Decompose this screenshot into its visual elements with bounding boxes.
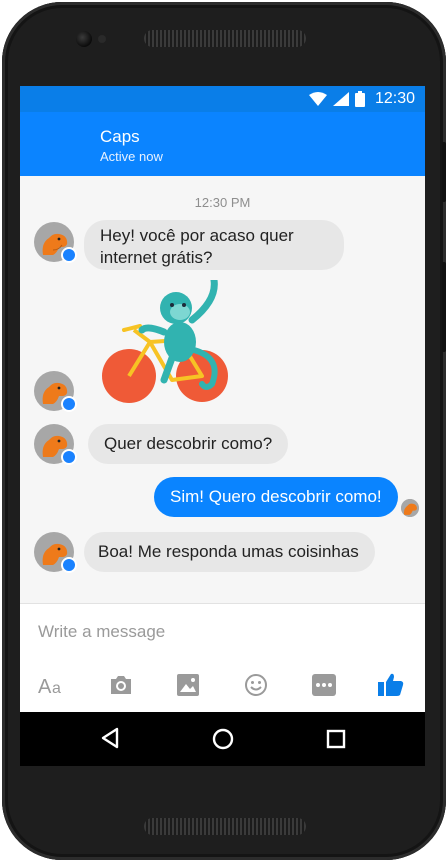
status-time: 12:30 (374, 90, 415, 107)
message-bubble-incoming[interactable]: Hey! você por acaso quer internet grátis… (84, 220, 344, 270)
active-status: Active now (100, 149, 163, 164)
recents-icon[interactable] (326, 729, 346, 749)
messenger-badge-icon (61, 557, 77, 573)
camera-icon[interactable] (106, 670, 136, 700)
front-camera (76, 31, 92, 47)
seen-receipt-avatar (401, 499, 419, 517)
contact-avatar[interactable] (34, 371, 77, 412)
gallery-icon[interactable] (173, 670, 203, 700)
contact-avatar[interactable] (34, 222, 77, 263)
contact-name[interactable]: Caps (100, 127, 140, 147)
power-button (442, 262, 446, 352)
text-format-icon[interactable]: Aa (38, 670, 68, 700)
top-speaker (144, 30, 306, 47)
conversation-header[interactable]: Caps Active now (20, 112, 425, 176)
emoji-icon[interactable] (241, 670, 271, 700)
bottom-speaker (144, 818, 306, 835)
messenger-badge-icon (61, 396, 77, 412)
message-bubble-incoming[interactable]: Quer descobrir como? (88, 424, 289, 464)
message-bubble-incoming[interactable]: Boa! Me responda umas coisinhas (84, 532, 375, 572)
svg-text:a: a (52, 680, 61, 697)
message-text: Quer descobrir como? (104, 434, 273, 453)
volume-button (442, 142, 446, 202)
messenger-badge-icon (61, 247, 77, 263)
back-icon[interactable] (100, 727, 120, 749)
message-text: Boa! Me responda umas coisinhas (98, 542, 359, 561)
message-composer: Write a message Aa (20, 603, 425, 712)
capybara-icon (401, 499, 419, 517)
more-icon[interactable] (309, 670, 339, 700)
proximity-sensor (98, 35, 106, 43)
monkey-bicycle-sticker[interactable] (102, 280, 232, 410)
home-icon[interactable] (212, 728, 234, 750)
message-bubble-outgoing[interactable]: Sim! Quero descobrir como! (154, 477, 398, 517)
system-navigation-bar (20, 712, 425, 766)
contact-avatar[interactable] (34, 532, 77, 573)
message-text: Hey! você por acaso quer (100, 226, 294, 245)
contact-avatar[interactable] (34, 424, 77, 465)
svg-text:A: A (38, 676, 52, 697)
signal-icon (332, 92, 349, 106)
messenger-badge-icon (61, 449, 77, 465)
message-text: Sim! Quero descobrir como! (170, 487, 382, 506)
wifi-icon (308, 92, 327, 106)
battery-icon (354, 91, 365, 107)
like-icon[interactable] (376, 670, 406, 700)
app-screen: 12:30 Caps Active now 12:30 PM Hey! você… (20, 86, 425, 712)
message-timestamp: 12:30 PM (194, 195, 251, 210)
message-text: internet grátis? (100, 248, 213, 267)
status-bar: 12:30 (20, 86, 425, 112)
message-input[interactable]: Write a message (38, 622, 165, 642)
